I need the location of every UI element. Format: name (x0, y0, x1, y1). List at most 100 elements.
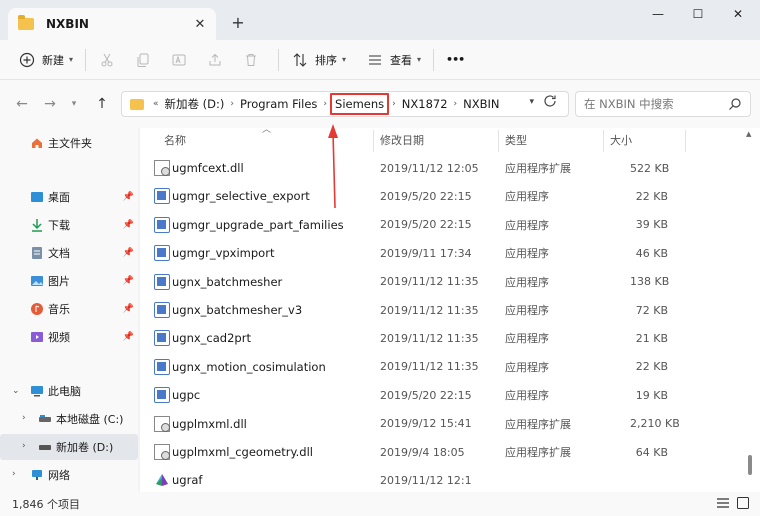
breadcrumb-nx1872[interactable]: NX1872 (399, 97, 451, 111)
table-row[interactable]: ugraf 2019/11/12 12:1 (140, 466, 750, 494)
column-divider[interactable] (603, 130, 604, 152)
chevron-right-icon[interactable]: › (227, 99, 237, 109)
table-row[interactable]: ugnx_batchmesher 2019/11/12 11:35 应用程序 138 … (140, 268, 750, 296)
sidebar-item-label: 桌面 (48, 191, 70, 204)
file-type: 应用程序扩展 (505, 446, 571, 459)
table-row[interactable]: ugmgr_vpximport 2019/9/11 17:34 应用程序 46 KB (140, 239, 750, 267)
breadcrumb-drive-d[interactable]: 新加卷 (D:) (162, 96, 228, 112)
search-input[interactable]: 在 NXBIN 中搜索 (575, 91, 751, 117)
dll-icon (154, 160, 170, 176)
sidebar-item-label: 本地磁盘 (C:) (56, 413, 124, 426)
drive-icon (38, 412, 52, 426)
file-list: ︿ 名称 修改日期 类型 大小 ugmfcext.dll 2019/11/12 1… (140, 125, 760, 494)
exe-icon (154, 188, 170, 205)
breadcrumb-nxbin[interactable]: NXBIN (460, 97, 502, 111)
chevron-right-icon[interactable]: › (22, 441, 26, 451)
table-row[interactable]: ugmgr_upgrade_part_families 2019/5/20 22:… (140, 211, 750, 239)
rename-button[interactable] (164, 45, 200, 75)
column-divider[interactable] (498, 130, 499, 152)
exe-icon (154, 387, 170, 404)
table-row[interactable]: ugplmxml_cgeometry.dll 2019/9/4 18:05 应用程序… (140, 438, 750, 466)
more-options-button[interactable]: ••• (440, 45, 470, 75)
overflow-crumb[interactable]: « (150, 99, 162, 109)
new-tab-button[interactable]: + (228, 12, 248, 32)
scrollbar-thumb[interactable] (748, 455, 752, 475)
address-dropdown-icon[interactable]: ▾ (529, 97, 534, 107)
file-name: ugmgr_vpximport (172, 246, 275, 261)
details-view-icon[interactable] (716, 496, 730, 510)
file-name: ugmgr_selective_export (172, 189, 310, 204)
sort-button[interactable]: 排序 ▾ (285, 45, 352, 75)
cut-button[interactable] (92, 45, 128, 75)
share-button[interactable] (200, 45, 236, 75)
column-header-size[interactable]: 大小 (610, 128, 632, 152)
title-bar: NXBIN ✕ + — ☐ ✕ (0, 0, 760, 40)
up-arrow-icon[interactable]: ↑ (92, 94, 112, 114)
chevron-right-icon[interactable]: › (389, 99, 399, 109)
pin-icon[interactable]: 📌 (123, 220, 134, 230)
download-icon (30, 218, 44, 232)
view-button[interactable]: 查看 ▾ (360, 45, 427, 75)
forward-arrow-icon[interactable]: → (40, 94, 60, 114)
pin-icon[interactable]: 📌 (123, 248, 134, 258)
pin-icon[interactable]: 📌 (123, 332, 134, 342)
maximize-button[interactable]: ☐ (680, 4, 716, 24)
recent-locations-chevron-icon[interactable]: ▾ (64, 94, 84, 114)
sidebar-item-music[interactable]: 音乐 📌 (0, 296, 138, 322)
back-arrow-icon[interactable]: ← (12, 94, 32, 114)
exe-icon (154, 302, 170, 318)
file-type: 应用程序 (505, 190, 549, 204)
table-row[interactable]: ugmgr_selective_export 2019/5/20 22:15 应用程… (140, 182, 750, 210)
chevron-right-icon[interactable]: › (320, 99, 330, 109)
file-size: 21 KB (635, 331, 668, 345)
refresh-icon[interactable] (542, 93, 562, 113)
tab-close-button[interactable]: ✕ (188, 12, 212, 36)
pin-icon[interactable]: 📌 (123, 276, 134, 286)
breadcrumb-program-files[interactable]: Program Files (237, 97, 320, 111)
sidebar-item-label: 音乐 (48, 303, 70, 316)
chevron-right-icon[interactable]: › (451, 99, 461, 109)
table-row[interactable]: ugnx_cad2prt 2019/11/12 11:35 应用程序 21 KB (140, 324, 750, 352)
column-header-type[interactable]: 类型 (505, 128, 527, 152)
new-button[interactable]: 新建 ▾ (12, 45, 79, 75)
sidebar-item-label: 文档 (48, 247, 70, 260)
sidebar-item-label: 新加卷 (D:) (56, 441, 114, 454)
sidebar-item-videos[interactable]: 视频 📌 (0, 324, 138, 350)
minimize-button[interactable]: — (640, 4, 676, 24)
table-row[interactable]: ugpc 2019/5/20 22:15 应用程序 19 KB (140, 381, 750, 409)
sidebar-item-drive-c[interactable]: 本地磁盘 (C:) (0, 406, 138, 432)
tab-nxbin[interactable]: NXBIN ✕ (8, 8, 216, 40)
sidebar-item-pictures[interactable]: 图片 📌 (0, 268, 138, 294)
sidebar-item-this-pc[interactable]: 此电脑 (0, 378, 138, 404)
table-row[interactable]: ugnx_batchmesher_v3 2019/11/12 11:35 应用程序 7… (140, 296, 750, 324)
pin-icon[interactable]: 📌 (123, 192, 134, 202)
delete-button[interactable] (236, 45, 272, 75)
sidebar-item-network[interactable]: 网络 (0, 462, 138, 488)
sidebar-item-desktop[interactable]: 桌面 📌 (0, 184, 138, 210)
file-type: 应用程序 (505, 360, 549, 374)
table-row[interactable]: ugmfcext.dll 2019/11/12 12:05 应用程序扩展 522 KB (140, 154, 750, 182)
sidebar-item-downloads[interactable]: 下载 📌 (0, 212, 138, 238)
sidebar-item-label: 主文件夹 (48, 137, 92, 150)
scroll-up-icon[interactable]: ▲ (746, 130, 751, 138)
sidebar-item-home[interactable]: 主文件夹 (0, 130, 138, 156)
exe-icon (154, 245, 170, 262)
table-row[interactable]: ugnx_motion_cosimulation 2019/11/12 11:35… (140, 353, 750, 381)
column-divider[interactable] (373, 130, 374, 152)
breadcrumb-siemens[interactable]: Siemens (330, 93, 390, 115)
column-header-name[interactable]: 名称 (164, 128, 186, 152)
address-bar[interactable]: « 新加卷 (D:) › Program Files › Siemens › N… (121, 91, 569, 117)
column-header-date[interactable]: 修改日期 (380, 128, 424, 152)
sidebar-item-drive-d[interactable]: › 新加卷 (D:) (0, 434, 138, 460)
table-row[interactable]: ugplmxml.dll 2019/9/12 15:41 应用程序扩展 2,210 K… (140, 410, 750, 438)
file-type: 应用程序 (505, 332, 549, 346)
sidebar-item-documents[interactable]: 文档 📌 (0, 240, 138, 266)
file-size: 138 KB (630, 275, 670, 289)
close-window-button[interactable]: ✕ (720, 4, 756, 24)
pin-icon[interactable]: 📌 (123, 304, 134, 314)
column-divider[interactable] (685, 130, 686, 152)
tiles-view-icon[interactable] (736, 496, 750, 510)
copy-button[interactable] (128, 45, 164, 75)
sort-label: 排序 (315, 53, 338, 67)
file-type: 应用程序 (505, 218, 549, 232)
